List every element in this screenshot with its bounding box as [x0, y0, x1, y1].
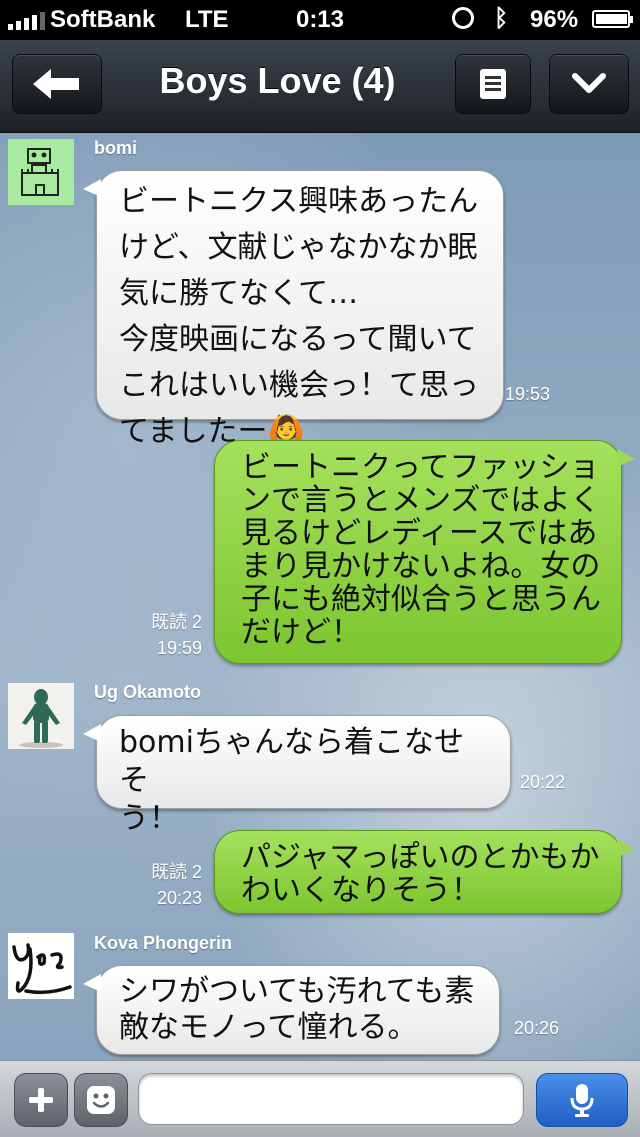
dropdown-button[interactable]: [549, 54, 629, 114]
avatar-image: [8, 933, 74, 999]
avatar-image: [8, 683, 74, 749]
message-bubble-outgoing[interactable]: ビートニクってファッショ ンで言うとメンズではよく 見るけどレディースではあ ま…: [214, 440, 635, 664]
sender-name: Ug Okamoto: [94, 682, 202, 702]
battery-percent: 96%: [530, 6, 579, 33]
message-bubble-incoming[interactable]: シワがついても汚れても素 敵なモノって憧れる。: [83, 965, 500, 1055]
message-input[interactable]: [138, 1073, 524, 1125]
chat-title: Boys Love (4): [159, 60, 396, 101]
message-bubble-incoming[interactable]: ビートニクス興味あったん けど、文献じゃなかなか眠 気に勝てなくて… 今度映画に…: [83, 170, 504, 449]
read-receipt: 既読 2: [150, 612, 202, 632]
chat-area[interactable]: bomi ビートニクス興味あったん けど、文献じゃなかなか眠 気に勝てなくて… …: [0, 133, 640, 1060]
avatar-bomi[interactable]: [8, 139, 74, 205]
sender-name: Kova Phongerin: [94, 933, 233, 953]
message-bubble-outgoing[interactable]: パジャマっぽいのとかもか わいくなりそう！: [214, 830, 635, 914]
list-icon: [480, 69, 506, 99]
navigation-bar: Boys Love (4): [0, 40, 640, 133]
battery-icon: [592, 10, 633, 28]
message-time: 20:26: [514, 1018, 560, 1038]
message-time: 20:22: [520, 772, 566, 792]
menu-button[interactable]: [455, 54, 531, 114]
status-bar: SoftBank LTE 0:13 ᛒ 96%: [0, 0, 640, 40]
avatar-image: [8, 139, 74, 205]
add-attachment-button[interactable]: [14, 1073, 68, 1127]
message-time: 20:23: [156, 888, 202, 908]
avatar-ug-okamoto[interactable]: [8, 683, 74, 749]
back-button[interactable]: [12, 54, 102, 114]
bluetooth-icon: ᛒ: [494, 5, 509, 32]
sender-name: bomi: [94, 138, 137, 158]
read-receipt: 既読 2: [150, 862, 202, 882]
microphone-icon: [570, 1084, 594, 1117]
message-time: 19:59: [156, 638, 202, 658]
chevron-down-icon: [572, 73, 606, 93]
rotation-lock-icon: [452, 7, 474, 29]
message-time: 19:53: [505, 384, 551, 404]
message-input-bar: [0, 1060, 640, 1137]
avatar-kova-phongerin[interactable]: [8, 933, 74, 999]
arrow-left-icon: [33, 69, 79, 99]
message-bubble-incoming[interactable]: bomiちゃんなら着こなせそ う！: [83, 715, 511, 836]
smiley-icon: [87, 1086, 115, 1114]
emoji-button[interactable]: [74, 1073, 128, 1127]
voice-input-button[interactable]: [536, 1073, 628, 1127]
plus-icon: [29, 1088, 53, 1112]
